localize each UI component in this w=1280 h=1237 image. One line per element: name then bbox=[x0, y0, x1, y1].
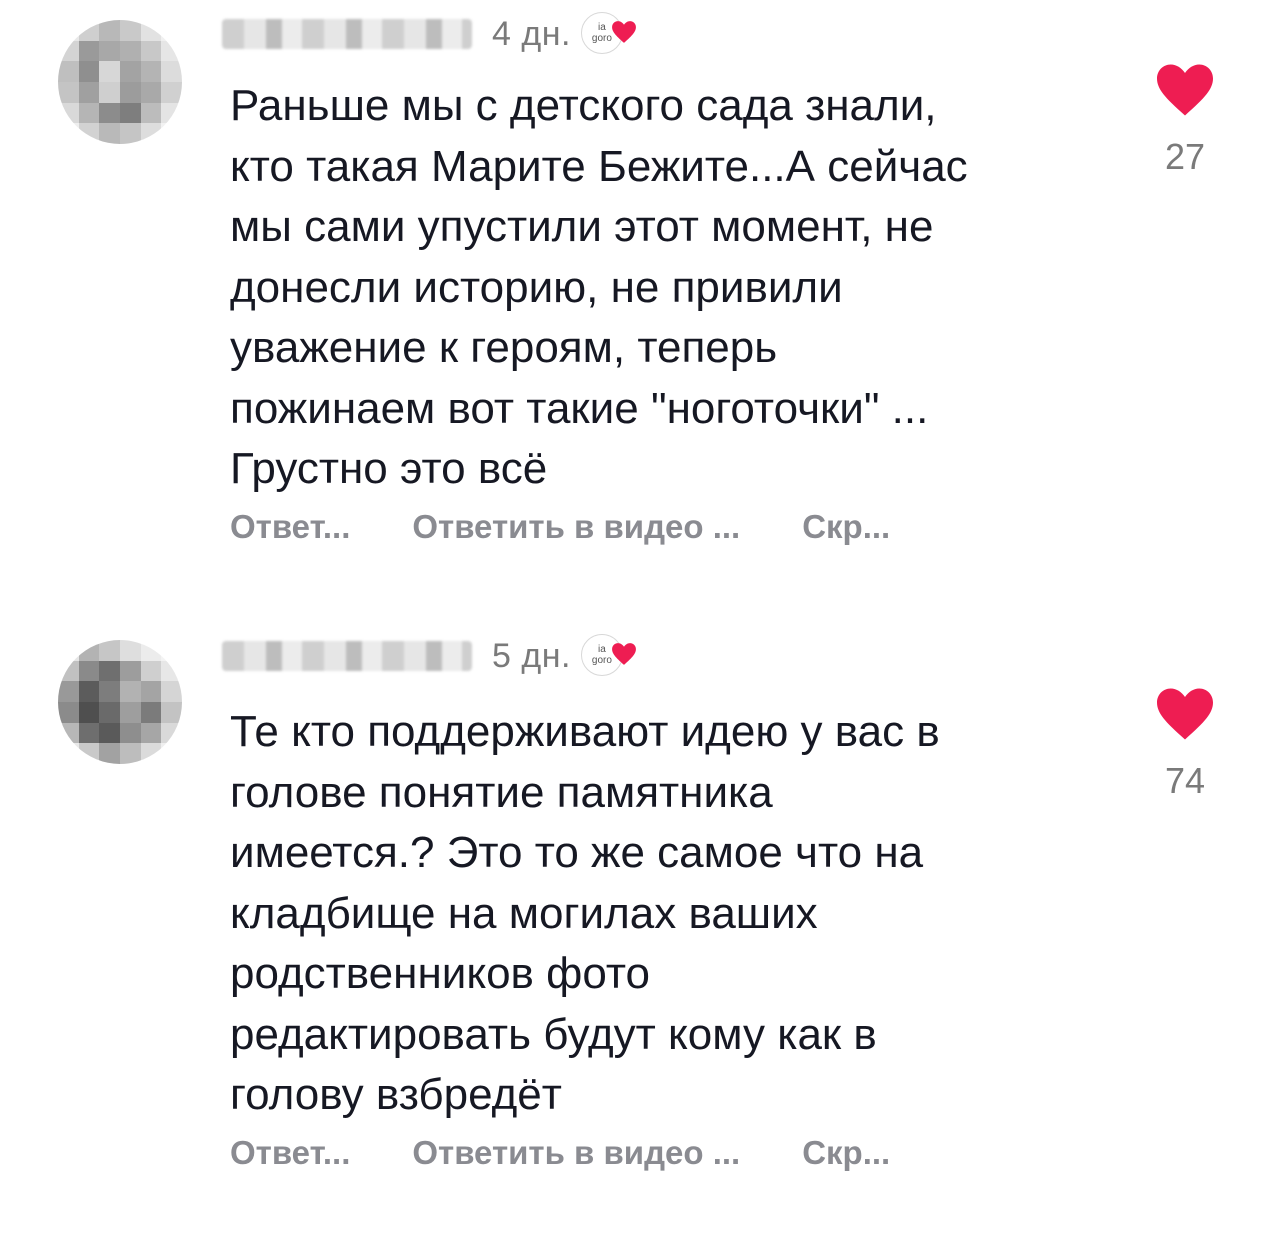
comment-time: 4 дн. bbox=[492, 14, 571, 53]
avatar[interactable] bbox=[58, 20, 182, 144]
comment-actions: Ответ... Ответить в видео ... Скр... bbox=[230, 508, 952, 546]
avatar[interactable] bbox=[58, 640, 182, 764]
heart-icon bbox=[612, 21, 636, 43]
creator-liked-badge: ia goro bbox=[580, 634, 641, 678]
hide-button[interactable]: Скр... bbox=[802, 508, 890, 546]
comment-text: Те кто поддерживают идею у вас в голове … bbox=[230, 707, 940, 1119]
heart-icon bbox=[1157, 688, 1213, 740]
username-redacted[interactable] bbox=[222, 19, 472, 49]
video-reply-button[interactable]: Ответить в видео ... bbox=[412, 508, 740, 546]
heart-icon bbox=[612, 643, 636, 665]
like-button[interactable]: 74 bbox=[1150, 686, 1220, 802]
username-redacted[interactable] bbox=[222, 641, 472, 671]
like-count: 74 bbox=[1164, 760, 1206, 801]
comment-time: 5 дн. bbox=[492, 636, 571, 675]
creator-liked-badge: ia goro bbox=[580, 12, 641, 56]
comment-meta: 5 дн. ia goro bbox=[222, 634, 641, 678]
reply-button[interactable]: Ответ... bbox=[230, 508, 350, 546]
heart-icon bbox=[1157, 64, 1213, 116]
comment-actions: Ответ... Ответить в видео ... Скр... bbox=[230, 1134, 952, 1172]
comment-text: Раньше мы с детского сада знали, кто так… bbox=[230, 81, 968, 493]
reply-button[interactable]: Ответ... bbox=[230, 1134, 350, 1172]
video-reply-button[interactable]: Ответить в видео ... bbox=[412, 1134, 740, 1172]
comment-meta: 4 дн. ia goro bbox=[222, 12, 641, 56]
like-count: 27 bbox=[1164, 136, 1206, 177]
like-button[interactable]: 27 bbox=[1150, 62, 1220, 178]
hide-button[interactable]: Скр... bbox=[802, 1134, 890, 1172]
